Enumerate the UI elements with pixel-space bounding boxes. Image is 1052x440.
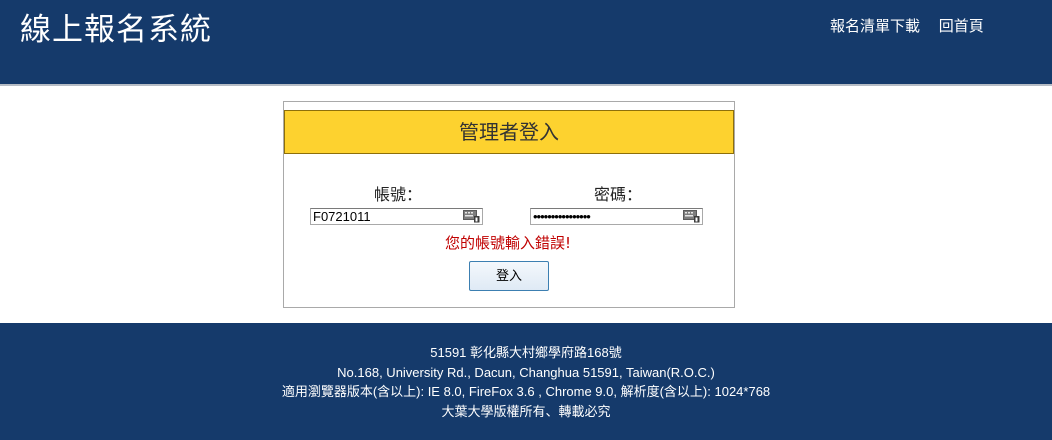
- login-button[interactable]: 登入: [469, 261, 549, 291]
- account-label: 帳號：: [374, 185, 423, 204]
- password-input-value: ••••••••••••••••: [533, 209, 591, 224]
- login-title: 管理者登入: [284, 110, 734, 154]
- nav-download-list-link[interactable]: 報名清單下載: [830, 17, 920, 35]
- account-input[interactable]: F0721011: [310, 208, 483, 225]
- virtual-keyboard-icon[interactable]: [683, 210, 700, 223]
- password-label: 密碼：: [594, 185, 643, 204]
- site-footer: 51591 彰化縣大村鄉學府路168號 No.168, University R…: [0, 323, 1052, 440]
- footer-address-en: No.168, University Rd., Dacun, Changhua …: [337, 364, 715, 380]
- footer-info: 51591 彰化縣大村鄉學府路168號 No.168, University R…: [0, 343, 1052, 421]
- login-error-message: 您的帳號輸入錯誤!: [444, 234, 571, 252]
- virtual-keyboard-icon[interactable]: [463, 210, 480, 223]
- footer-browser-requirements: 適用瀏覽器版本(含以上): IE 8.0, FireFox 3.6 , Chro…: [281, 384, 771, 399]
- password-input[interactable]: ••••••••••••••••: [530, 208, 703, 225]
- footer-address-zh: 51591 彰化縣大村鄉學府路168號: [430, 345, 622, 360]
- nav-home-link[interactable]: 回首頁: [939, 17, 984, 35]
- top-nav: 報名清單下載 回首頁: [830, 16, 984, 36]
- site-title: 線上報名系統: [20, 12, 212, 48]
- account-input-value: F0721011: [313, 209, 371, 224]
- footer-copyright: 大葉大學版權所有、轉載必究: [441, 403, 611, 419]
- login-panel: 管理者登入 帳號： 密碼： F0721011 •••••••••••••••• …: [283, 101, 735, 308]
- header-divider: [0, 84, 1052, 86]
- site-header: 線上報名系統 報名清單下載 回首頁: [0, 0, 1052, 84]
